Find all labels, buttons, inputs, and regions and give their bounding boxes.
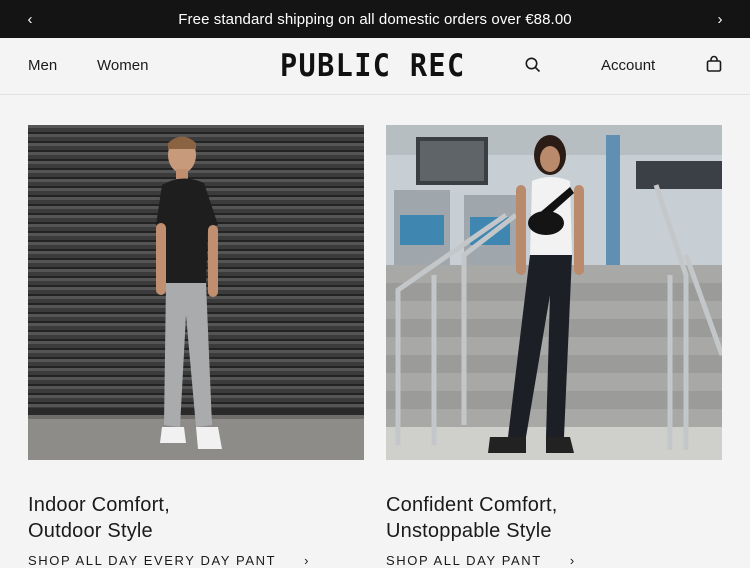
card-cta-label[interactable]: SHOP ALL DAY PANT	[386, 553, 542, 568]
card-title: Confident Comfort, Unstoppable Style	[386, 494, 558, 542]
promo-message: Free standard shipping on all domestic o…	[178, 10, 572, 28]
arrow-right-icon: ›	[569, 553, 576, 568]
site-header: Men Women PUBLIC REC Account	[0, 38, 750, 95]
product-photo-man[interactable]	[28, 125, 364, 460]
chevron-left-icon[interactable]: ‹	[15, 0, 45, 38]
brand-logo[interactable]: PUBLIC REC	[280, 49, 466, 83]
nav-link-men[interactable]: Men	[28, 57, 57, 74]
account-link[interactable]: Account	[601, 57, 655, 74]
product-photo-woman[interactable]	[386, 125, 722, 460]
card-cta-label[interactable]: SHOP ALL DAY EVERY DAY PANT	[28, 553, 276, 568]
card-title: Indoor Comfort, Outdoor Style	[28, 494, 170, 542]
arrow-right-icon: ›	[304, 553, 311, 568]
nav-link-women[interactable]: Women	[97, 57, 148, 74]
search-icon[interactable]	[524, 56, 542, 74]
shopping-bag-icon[interactable]	[705, 55, 723, 73]
card-cta-link[interactable]: SHOP ALL DAY PANT ›	[386, 553, 722, 568]
card-cta-link[interactable]: SHOP ALL DAY EVERY DAY PANT ›	[28, 553, 364, 568]
promo-bar: ‹ Free standard shipping on all domestic…	[0, 0, 750, 38]
promo-card-confident[interactable]: Confident Comfort, Unstoppable Style SHO…	[386, 125, 722, 568]
chevron-right-icon[interactable]: ›	[705, 0, 735, 38]
promo-card-indoor[interactable]: Indoor Comfort, Outdoor Style SHOP ALL D…	[28, 125, 364, 568]
